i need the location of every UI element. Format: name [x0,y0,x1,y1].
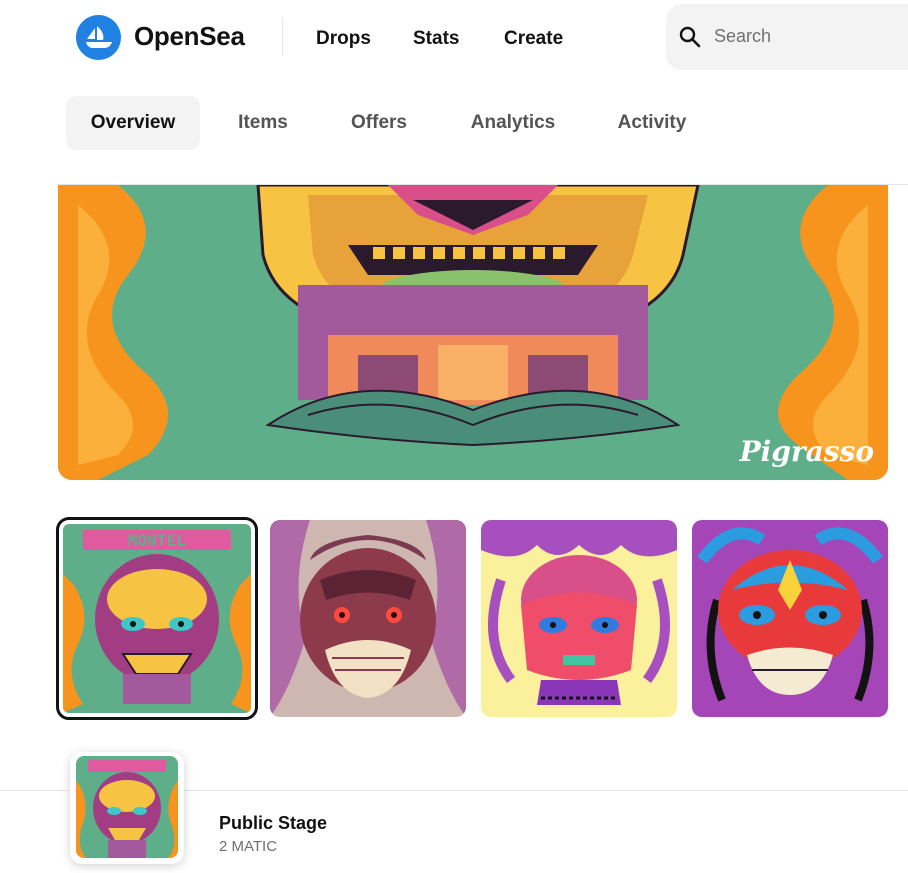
thumbnail-art-1: MONTEL [63,524,251,713]
stage-price: 2 MATIC [219,838,278,855]
opensea-logo[interactable] [76,15,121,60]
stage-thumbnail[interactable] [70,752,184,864]
tab-offers[interactable]: Offers [340,96,418,150]
tab-items[interactable]: Items [224,96,302,150]
artist-signature: Pigrasso [739,435,874,468]
collection-tabs: Overview Items Offers Analytics Activity [0,96,908,150]
hero-artwork[interactable]: Pigrasso [58,185,888,480]
nav-stats[interactable]: Stats [413,28,459,50]
thumbnail-1[interactable]: MONTEL [56,517,258,720]
search-icon [679,26,701,48]
thumbnail-1-title: MONTEL [128,531,186,550]
thumbnail-3[interactable] [481,520,677,717]
thumbnail-4[interactable] [692,520,888,717]
search-input[interactable]: Search [666,4,908,70]
brand-name[interactable]: OpenSea [134,21,245,52]
nav-drops[interactable]: Drops [316,28,371,50]
thumbnail-2[interactable] [270,520,466,717]
tab-activity[interactable]: Activity [606,96,698,150]
top-header: OpenSea Drops Stats Create Search [0,0,908,80]
thumbnail-art-2 [270,520,466,717]
stage-art [76,756,178,858]
opensea-ship-icon [85,25,112,48]
tab-overview[interactable]: Overview [66,96,200,150]
search-placeholder: Search [714,26,772,46]
tab-analytics[interactable]: Analytics [460,96,566,150]
thumbnail-art-4 [692,520,888,717]
nav-create[interactable]: Create [504,28,563,50]
stage-title: Public Stage [219,813,328,833]
header-divider [282,18,283,56]
thumbnail-art-3 [481,520,677,717]
